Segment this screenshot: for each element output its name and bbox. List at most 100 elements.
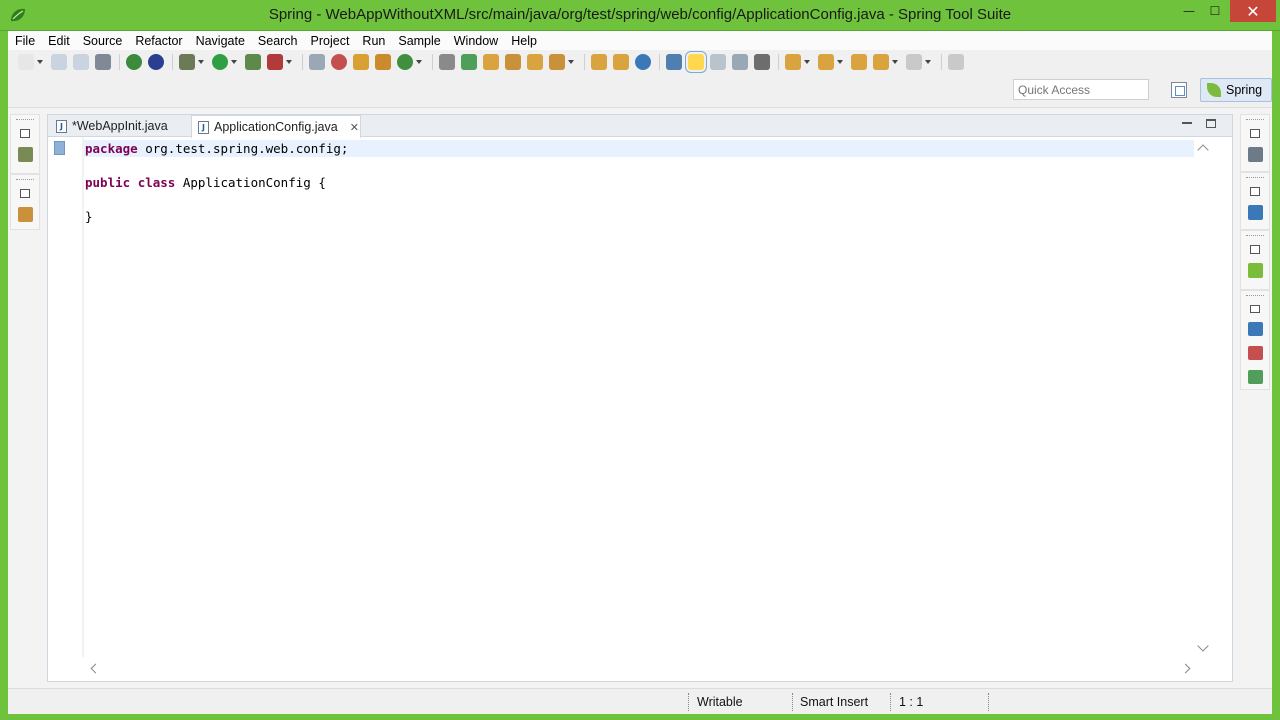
scroll-up-icon[interactable] [1197,144,1209,156]
spring-explorer-icon[interactable] [1247,263,1263,278]
menu-file[interactable]: File [14,34,41,48]
dropdown-caret-icon[interactable] [837,60,843,64]
spring-globe-icon[interactable] [126,54,142,70]
package-explorer-icon[interactable] [17,147,33,162]
search-refs-icon[interactable] [439,54,455,70]
block-selection-icon[interactable] [732,54,748,70]
tab-webappinit[interactable]: J *WebAppInit.java [50,115,188,137]
horizontal-scrollbar[interactable] [82,659,1194,679]
highlight-icon[interactable] [685,51,707,73]
menu-help[interactable]: Help [510,34,543,48]
scroll-left-icon[interactable] [90,663,101,674]
menu-navigate[interactable]: Navigate [195,34,251,48]
dropdown-caret-icon[interactable] [416,60,422,64]
new-java-project-icon[interactable] [353,54,369,70]
restore-icon[interactable] [20,129,30,138]
skip-breakpoints-icon[interactable] [331,54,347,70]
last-edit-icon[interactable] [851,54,867,70]
restore-icon[interactable] [1250,304,1260,314]
debug-icon[interactable] [179,54,195,70]
servers-icon[interactable] [1247,370,1263,385]
new-class-icon[interactable] [397,54,413,70]
prev-annotation-icon[interactable] [818,54,834,70]
back-icon[interactable] [873,54,889,70]
editor-gutter[interactable] [48,137,82,657]
new-package-icon[interactable] [375,54,391,70]
code-line[interactable]: } [84,208,93,225]
open-perspective-icon[interactable] [1171,82,1187,98]
dropdown-caret-icon[interactable] [892,60,898,64]
hierarchy-icon[interactable] [505,54,521,70]
problems-icon[interactable] [1247,346,1263,361]
new-icon[interactable] [18,54,34,70]
close-button[interactable]: ✕ [1230,0,1276,22]
scroll-right-icon[interactable] [1180,663,1191,674]
quick-access-input[interactable] [1013,79,1149,100]
open-type-icon[interactable] [483,54,499,70]
save-icon[interactable] [51,54,67,70]
open-resource-icon[interactable] [461,54,477,70]
menu-project[interactable]: Project [310,34,356,48]
trim-grip[interactable] [1246,235,1264,238]
restore-icon[interactable] [20,189,30,198]
forward-icon[interactable] [906,54,922,70]
menu-refactor[interactable]: Refactor [134,34,188,48]
dropdown-caret-icon[interactable] [198,60,204,64]
search-icon[interactable] [666,54,682,70]
trim-grip[interactable] [1246,119,1264,122]
web-browser-icon[interactable] [635,54,651,70]
code-line[interactable]: package org.test.spring.web.config; [84,140,1194,157]
code-line[interactable]: public class ApplicationConfig { [84,174,326,191]
dropdown-caret-icon[interactable] [804,60,810,64]
outline-icon[interactable] [1247,205,1263,220]
menu-sample[interactable]: Sample [397,34,446,48]
show-whitespace-icon[interactable] [754,54,770,70]
toggle-breakpoint-icon[interactable] [309,54,325,70]
open-folder-icon[interactable] [613,54,629,70]
dropdown-caret-icon[interactable] [231,60,237,64]
tab-applicationconfig[interactable]: J ApplicationConfig.java ✕ [191,115,361,138]
dropdown-caret-icon[interactable] [286,60,292,64]
maximize-button[interactable]: ☐ [1202,0,1228,22]
menu-run[interactable]: Run [361,34,391,48]
mark-occurrences-icon[interactable] [710,54,726,70]
code-line[interactable] [84,157,85,174]
save-all-icon[interactable] [73,54,89,70]
perspective-spring-button[interactable]: Spring [1200,78,1272,102]
trim-grip[interactable] [1246,295,1264,298]
trim-grip[interactable] [16,179,34,182]
menu-search[interactable]: Search [257,34,304,48]
dropdown-caret-icon[interactable] [37,60,43,64]
minimize-button[interactable]: — [1176,0,1202,22]
pin-editor-icon[interactable] [948,54,964,70]
vertical-scrollbar[interactable] [1194,137,1214,657]
coverage-icon[interactable] [245,54,261,70]
external-tools-icon[interactable] [267,54,283,70]
restore-icon[interactable] [1250,129,1260,138]
dropdown-caret-icon[interactable] [568,60,574,64]
trim-grip[interactable] [1246,177,1264,180]
menu-edit[interactable]: Edit [47,34,76,48]
task-list-icon[interactable] [1247,147,1263,162]
magic-wand-icon[interactable] [549,54,565,70]
menu-source[interactable]: Source [82,34,129,48]
code-line[interactable] [84,191,85,208]
minimize-pane-icon[interactable] [1182,122,1192,124]
restore-icon[interactable] [1250,187,1260,196]
restore-icon[interactable] [1250,245,1260,254]
print-icon[interactable] [95,54,111,70]
trim-grip[interactable] [16,119,34,122]
hierarchy-view-icon[interactable] [17,207,33,222]
run-icon[interactable] [212,54,228,70]
dropdown-caret-icon[interactable] [925,60,931,64]
next-annotation-icon[interactable] [785,54,801,70]
scroll-down-icon[interactable] [1197,640,1209,652]
maximize-pane-icon[interactable] [1206,119,1216,128]
code-editor[interactable]: package org.test.spring.web.config; publi… [84,137,1194,657]
folder-open-icon[interactable] [527,54,543,70]
console-icon[interactable] [1247,322,1263,337]
open-task-icon[interactable] [591,54,607,70]
tab-close-icon[interactable]: ✕ [350,121,359,134]
spring-server-icon[interactable] [148,54,164,70]
menu-window[interactable]: Window [453,34,504,48]
